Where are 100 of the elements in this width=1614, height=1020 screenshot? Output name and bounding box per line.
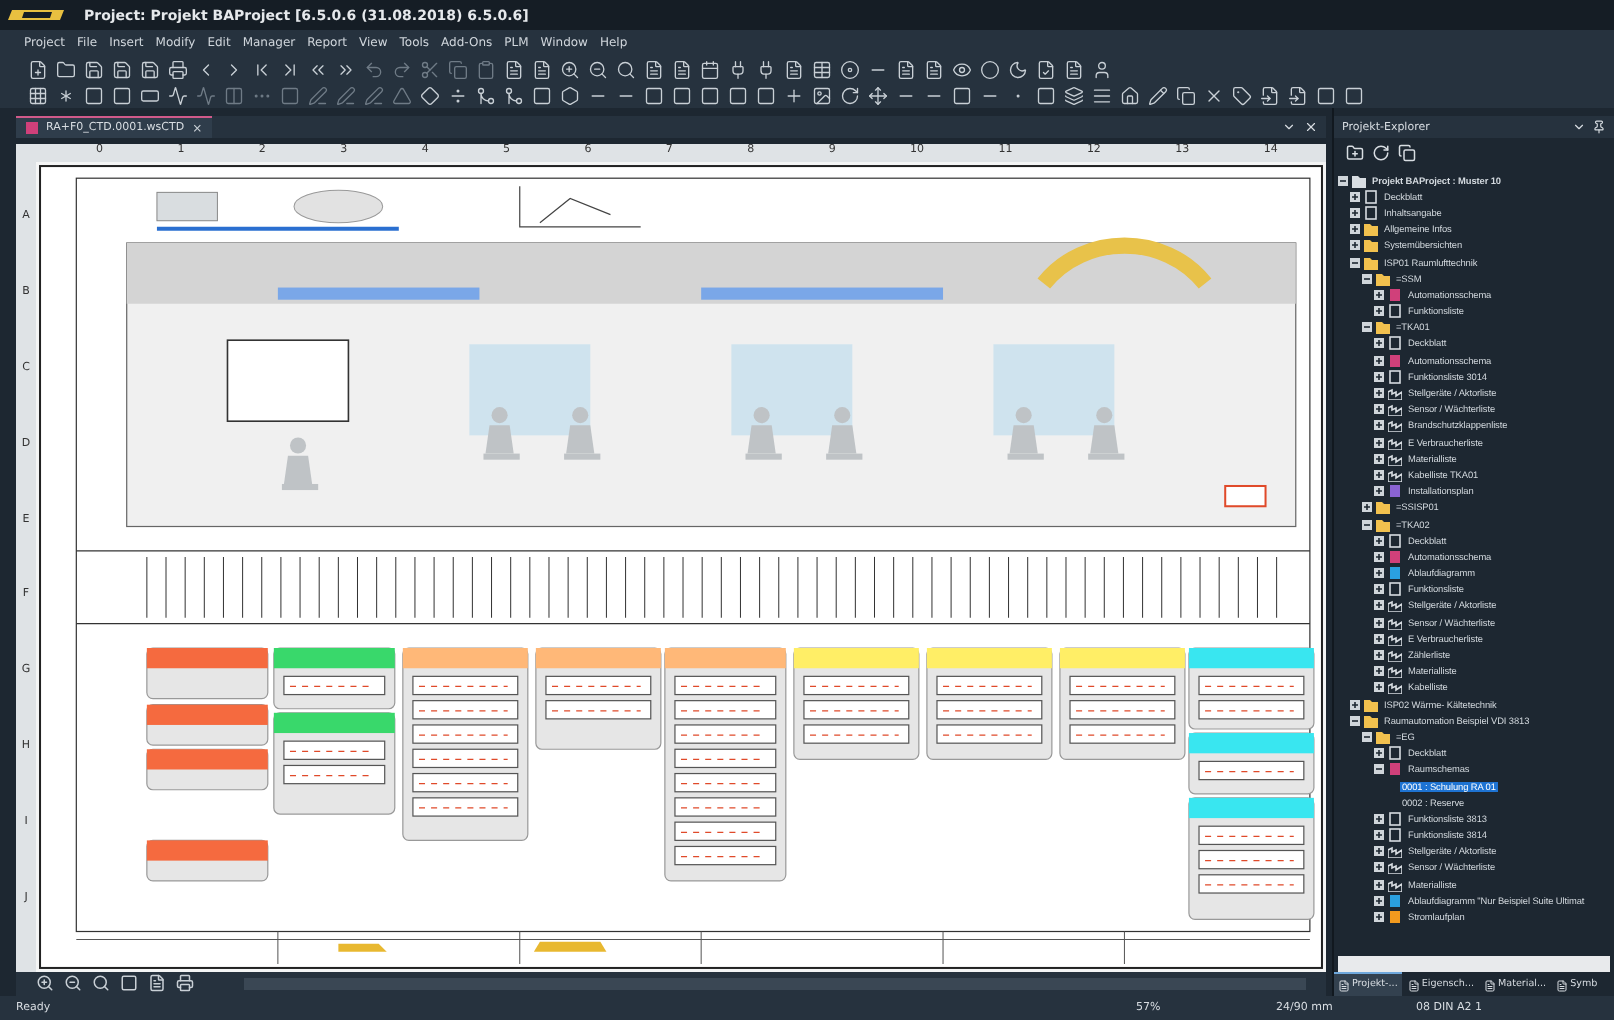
layers-icon[interactable] [1064,85,1084,105]
columns-icon[interactable] [224,85,244,105]
collapse-toggle[interactable] [1374,764,1384,775]
home-icon[interactable] [1120,85,1140,105]
save-icon[interactable] [140,59,160,79]
align-justify-icon[interactable] [1092,85,1112,105]
file-text-icon[interactable] [532,59,552,79]
expand-toggle[interactable] [1374,617,1384,628]
hexagon-icon[interactable] [560,85,580,105]
grid-icon[interactable] [28,85,48,105]
expand-toggle[interactable] [1374,584,1384,595]
file-input-icon[interactable] [1260,85,1280,105]
move-icon[interactable] [868,85,888,105]
expand-toggle[interactable] [1374,862,1384,873]
chevron-first-icon[interactable] [252,59,272,79]
save-icon[interactable] [84,59,104,79]
table-icon[interactable] [812,59,832,79]
copy-icon[interactable] [1398,143,1416,161]
rotate-cw-icon[interactable] [840,85,860,105]
file-plus-icon[interactable] [28,59,48,79]
divide-icon[interactable] [448,85,468,105]
printer-icon[interactable] [168,59,188,79]
pin-icon[interactable] [1592,120,1606,134]
expand-toggle[interactable] [1350,224,1360,235]
expand-toggle[interactable] [1374,355,1384,366]
file-input-icon[interactable] [1288,85,1308,105]
expand-toggle[interactable] [1374,748,1384,759]
expand-toggle[interactable] [1374,600,1384,611]
plug-icon[interactable] [756,59,776,79]
expand-toggle[interactable] [1374,437,1384,448]
tag-icon[interactable] [1232,85,1252,105]
disc-icon[interactable] [840,59,860,79]
copy-icon[interactable] [1176,85,1196,105]
printer-icon[interactable] [176,974,196,994]
plug-icon[interactable] [728,59,748,79]
undo-icon[interactable] [364,59,384,79]
expand-toggle[interactable] [1374,289,1384,300]
file-text-icon[interactable] [924,59,944,79]
expand-toggle[interactable] [1374,846,1384,857]
collapse-toggle[interactable] [1350,715,1360,726]
expand-toggle[interactable] [1374,420,1384,431]
expand-toggle[interactable] [1374,453,1384,464]
expand-toggle[interactable] [1374,306,1384,317]
asterisk-icon[interactable] [56,85,76,105]
folder-icon[interactable] [56,59,76,79]
file-text-icon[interactable] [148,974,168,994]
expand-toggle[interactable] [1374,371,1384,382]
expand-toggle[interactable] [1374,469,1384,480]
collapse-toggle[interactable] [1362,519,1372,530]
pencil-icon[interactable] [1148,85,1168,105]
expand-toggle[interactable] [1374,633,1384,644]
collapse-toggle[interactable] [1350,257,1360,268]
expand-toggle[interactable] [1374,568,1384,579]
save-icon[interactable] [112,59,132,79]
file-text-icon[interactable] [672,59,692,79]
expand-toggle[interactable] [1374,650,1384,661]
file-text-icon[interactable] [504,59,524,79]
search-icon[interactable] [616,59,636,79]
refresh-icon[interactable] [1372,143,1390,161]
file-text-icon[interactable] [644,59,664,79]
expand-toggle[interactable] [1374,813,1384,824]
triangle-icon[interactable] [392,85,412,105]
circle-icon[interactable] [980,59,1000,79]
collapse-toggle[interactable] [1338,175,1348,186]
expand-toggle[interactable] [1374,486,1384,497]
new-folder-icon[interactable] [1346,143,1364,161]
git-merge-icon[interactable] [504,85,524,105]
image-icon[interactable] [812,85,832,105]
pen-line-icon[interactable] [364,85,384,105]
zoom-in-icon[interactable] [36,974,56,994]
collapse-toggle[interactable] [1362,322,1372,333]
file-text-icon[interactable] [1064,59,1084,79]
expand-toggle[interactable] [1350,240,1360,251]
close-icon[interactable] [1304,120,1318,134]
expand-toggle[interactable] [1362,502,1372,513]
expand-toggle[interactable] [1374,338,1384,349]
expand-toggle[interactable] [1374,879,1384,890]
expand-toggle[interactable] [1374,404,1384,415]
rectangle-horizontal-icon[interactable] [140,85,160,105]
expand-toggle[interactable] [1374,895,1384,906]
chevrons-left-icon[interactable] [308,59,328,79]
expand-toggle[interactable] [1374,551,1384,562]
dropdown-icon[interactable] [1282,120,1296,134]
zoom-in-icon[interactable] [560,59,580,79]
clipboard-icon[interactable] [476,59,496,79]
collapse-toggle[interactable] [1362,273,1372,284]
expand-toggle[interactable] [1374,912,1384,923]
expand-toggle[interactable] [1374,535,1384,546]
file-text-icon[interactable] [784,59,804,79]
expand-toggle[interactable] [1374,666,1384,677]
x-icon[interactable] [1204,85,1224,105]
scrollbar[interactable] [1338,956,1610,972]
eye-icon[interactable] [952,59,972,79]
diamond-icon[interactable] [420,85,440,105]
collapse-toggle[interactable] [1362,731,1372,742]
zoom-out-icon[interactable] [588,59,608,79]
chevron-last-icon[interactable] [280,59,300,79]
file-check-icon[interactable] [1036,59,1056,79]
calendar-icon[interactable] [700,59,720,79]
expand-toggle[interactable] [1374,388,1384,399]
